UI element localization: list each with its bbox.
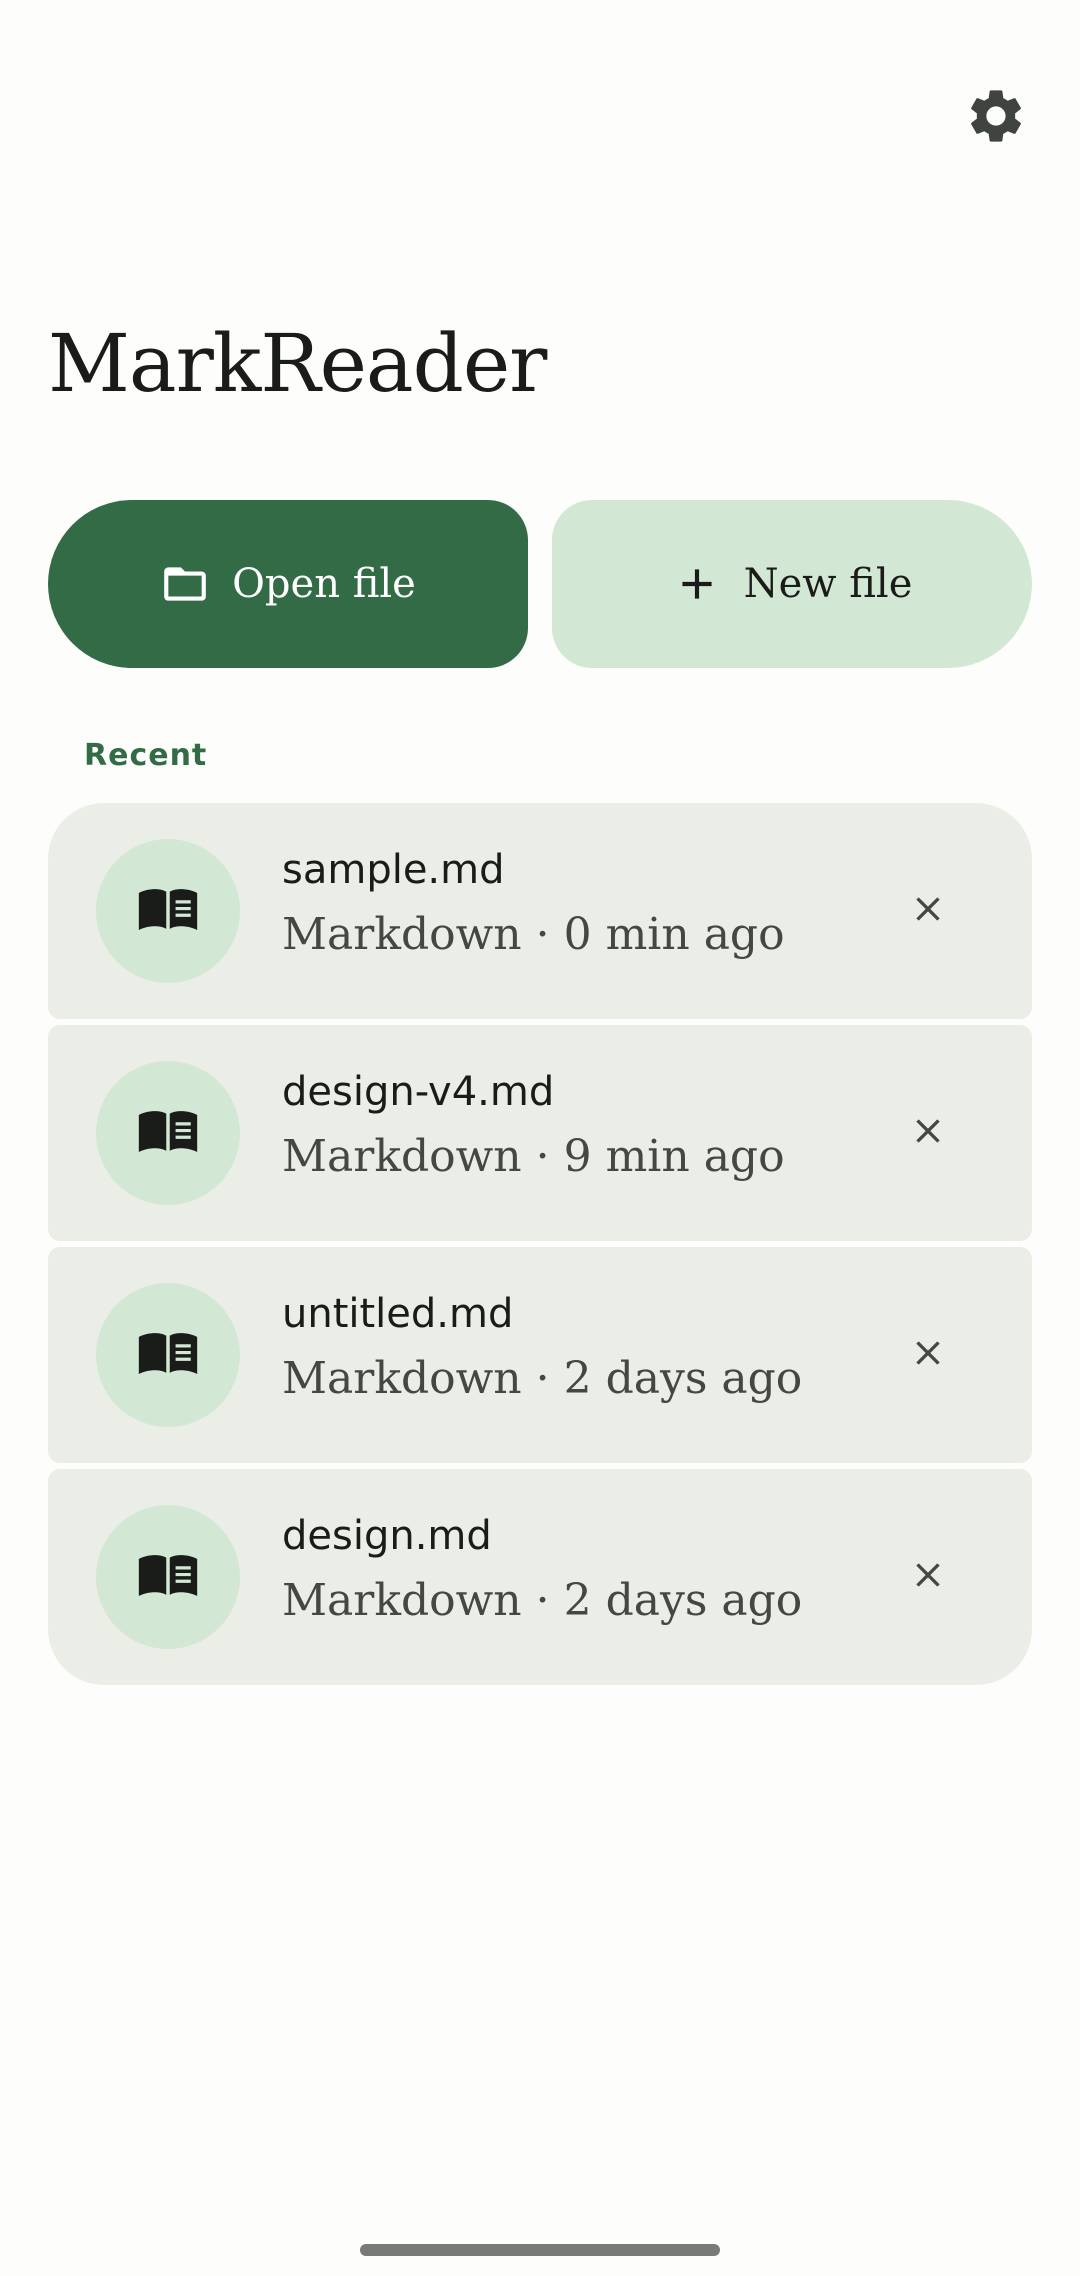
remove-button[interactable] — [888, 871, 968, 951]
recent-file-item[interactable]: design-v4.md Markdown · 9 min ago — [48, 1025, 1032, 1241]
recent-section-label: Recent — [84, 738, 208, 773]
file-meta: Markdown · 2 days ago — [282, 1353, 803, 1404]
file-meta: Markdown · 0 min ago — [282, 909, 785, 960]
recent-file-item[interactable]: untitled.md Markdown · 2 days ago — [48, 1247, 1032, 1463]
book-icon — [133, 1318, 203, 1393]
file-name: sample.md — [282, 847, 505, 893]
file-avatar — [96, 839, 240, 983]
plus-icon — [672, 559, 722, 609]
recent-file-item[interactable]: sample.md Markdown · 0 min ago — [48, 803, 1032, 1019]
remove-button[interactable] — [888, 1093, 968, 1173]
file-name: design-v4.md — [282, 1069, 555, 1115]
close-icon — [908, 1111, 948, 1156]
recent-files-list: sample.md Markdown · 0 min ago design-v4… — [48, 803, 1032, 1685]
remove-button[interactable] — [888, 1537, 968, 1617]
file-avatar — [96, 1283, 240, 1427]
book-icon — [133, 1096, 203, 1171]
gear-icon — [964, 84, 1028, 153]
app-title: MarkReader — [48, 317, 547, 410]
settings-button[interactable] — [958, 80, 1034, 156]
recent-file-item[interactable]: design.md Markdown · 2 days ago — [48, 1469, 1032, 1685]
open-file-button[interactable]: Open file — [48, 500, 528, 668]
home-indicator[interactable] — [360, 2244, 720, 2256]
book-icon — [133, 874, 203, 949]
file-meta: Markdown · 2 days ago — [282, 1575, 803, 1626]
close-icon — [908, 1555, 948, 1600]
new-file-label: New file — [743, 561, 913, 607]
file-name: untitled.md — [282, 1291, 514, 1337]
file-name: design.md — [282, 1513, 492, 1559]
open-file-label: Open file — [232, 561, 416, 607]
folder-icon — [160, 559, 210, 609]
book-icon — [133, 1540, 203, 1615]
new-file-button[interactable]: New file — [552, 500, 1032, 668]
close-icon — [908, 1333, 948, 1378]
file-avatar — [96, 1061, 240, 1205]
file-meta: Markdown · 9 min ago — [282, 1131, 785, 1182]
remove-button[interactable] — [888, 1315, 968, 1395]
close-icon — [908, 889, 948, 934]
file-avatar — [96, 1505, 240, 1649]
